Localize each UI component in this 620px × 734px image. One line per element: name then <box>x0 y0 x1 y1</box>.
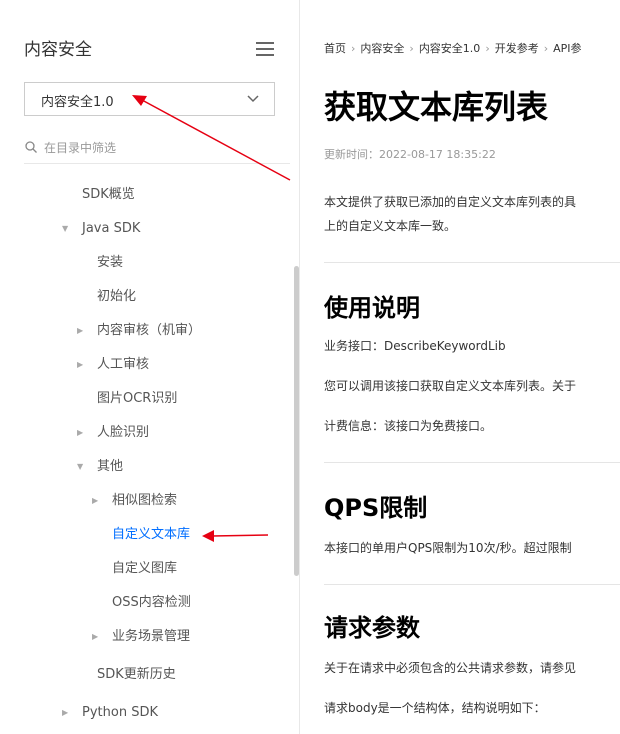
nav-item-label: 其他 <box>97 459 124 474</box>
caret-down-icon: ▼ <box>77 462 84 471</box>
breadcrumb-item[interactable]: 开发参考 <box>495 42 539 55</box>
nav-item-label: 相似图检索 <box>112 493 178 508</box>
divider <box>324 262 620 263</box>
nav-item-sdk-history[interactable]: SDK更新历史 <box>97 658 176 692</box>
nav-item-label: 内容审核（机审） <box>97 323 202 338</box>
nav-item-label: 自定义文本库 <box>112 527 191 542</box>
section-title-usage: 使用说明 <box>324 294 420 322</box>
nav-item-label: 人工审核 <box>97 357 150 372</box>
intro-text: 上的自定义文本库一致。 <box>324 219 457 233</box>
nav-item-label: Java SDK <box>82 221 141 236</box>
sidebar-title: 内容安全 <box>24 40 92 60</box>
chevron-down-icon <box>247 95 259 103</box>
version-select[interactable]: 内容安全1.0 <box>24 82 275 116</box>
caret-right-icon: ▶ <box>77 326 84 335</box>
caret-right-icon: ▶ <box>77 428 84 437</box>
caret-right-icon: ▶ <box>92 632 99 641</box>
search-input[interactable] <box>44 138 274 158</box>
section-title-request-params: 请求参数 <box>324 614 420 642</box>
main-content: 首页 › 内容安全 › 内容安全1.0 › 开发参考 › API参 获取文本库列表 更新时间：2… <box>300 0 620 734</box>
breadcrumb-item[interactable]: 内容安全 <box>360 42 404 55</box>
breadcrumb-item[interactable]: 内容安全1.0 <box>419 42 481 55</box>
nav-item-custom-text-lib[interactable]: 自定义文本库 <box>112 518 190 552</box>
nav-item-label: SDK更新历史 <box>97 667 176 682</box>
sidebar-header: 内容安全 <box>24 38 274 62</box>
search-box <box>24 136 290 164</box>
caret-right-icon: ▶ <box>62 708 69 717</box>
nav-item-custom-image-lib[interactable]: 自定义图库 <box>112 552 177 586</box>
nav-item-init[interactable]: 初始化 <box>97 280 136 314</box>
nav-item-label: SDK概览 <box>82 187 135 202</box>
nav-item-similar-image[interactable]: ▶ 相似图检索 <box>92 484 177 518</box>
nav-item-label: 人脸识别 <box>97 425 150 440</box>
nav-item-install[interactable]: 安装 <box>97 246 123 280</box>
request-params-text: 关于在请求中必须包含的公共请求参数，请参见 <box>324 661 577 675</box>
nav-item-sdk-overview[interactable]: SDK概览 <box>82 178 135 212</box>
breadcrumb-home[interactable]: 首页 <box>324 42 346 55</box>
nav-item-image-ocr[interactable]: 图片OCR识别 <box>97 382 177 416</box>
breadcrumb-separator: › <box>543 42 549 55</box>
nav-item-content-moderation[interactable]: ▶ 内容审核（机审） <box>77 314 201 348</box>
nav-item-label: 安装 <box>97 255 124 270</box>
nav-item-oss-detection[interactable]: OSS内容检测 <box>112 586 191 620</box>
breadcrumb-item[interactable]: API参 <box>553 42 581 55</box>
caret-down-icon: ▼ <box>62 224 69 233</box>
intro-text: 本文提供了获取已添加的自定义文本库列表的具 <box>324 195 577 209</box>
nav-item-label: OSS内容检测 <box>112 595 191 610</box>
nav-item-label: 图片OCR识别 <box>97 391 178 406</box>
usage-desc-text: 您可以调用该接口获取自定义文本库列表。关于 <box>324 379 577 393</box>
menu-icon[interactable] <box>256 42 274 56</box>
breadcrumb-separator: › <box>351 42 356 55</box>
nav-item-label: 初始化 <box>97 289 137 304</box>
nav-item-label: 自定义图库 <box>112 561 178 576</box>
caret-right-icon: ▶ <box>77 360 84 369</box>
nav-item-biz-scene[interactable]: ▶ 业务场景管理 <box>92 620 190 654</box>
nav-item-python-sdk[interactable]: ▶ Python SDK <box>62 696 158 730</box>
divider <box>324 584 620 585</box>
billing-text: 计费信息：该接口为免费接口。 <box>324 419 493 433</box>
request-body-text: 请求body是一个结构体，结构说明如下： <box>324 701 546 715</box>
nav-item-label: 业务场景管理 <box>112 629 191 644</box>
usage-api-text: 业务接口：DescribeKeywordLib <box>324 339 506 353</box>
updated-time: 更新时间：2022-08-17 18:35:22 <box>324 148 496 161</box>
breadcrumb: 首页 › 内容安全 › 内容安全1.0 › 开发参考 › API参 <box>324 40 582 56</box>
breadcrumb-separator: › <box>409 42 414 55</box>
sidebar-scrollbar[interactable] <box>294 266 299 576</box>
caret-right-icon: ▶ <box>92 496 99 505</box>
version-select-value: 内容安全1.0 <box>41 95 114 110</box>
qps-text: 本接口的单用户QPS限制为10次/秒。超过限制 <box>324 541 572 555</box>
sidebar: 内容安全 内容安全1.0 SDK概览 ▼ Java SDK 安装 初始化 ▶ 内… <box>0 0 300 734</box>
nav-item-face-recognition[interactable]: ▶ 人脸识别 <box>77 416 149 450</box>
nav-item-java-sdk[interactable]: ▼ Java SDK <box>62 212 140 246</box>
nav-item-label: Python SDK <box>82 705 158 720</box>
search-icon <box>25 141 37 153</box>
nav-item-other[interactable]: ▼ 其他 <box>77 450 123 484</box>
section-title-qps: QPS限制 <box>324 494 428 522</box>
page-title: 获取文本库列表 <box>324 88 549 126</box>
breadcrumb-separator: › <box>485 42 490 55</box>
nav-item-manual-review[interactable]: ▶ 人工审核 <box>77 348 149 382</box>
divider <box>324 462 620 463</box>
